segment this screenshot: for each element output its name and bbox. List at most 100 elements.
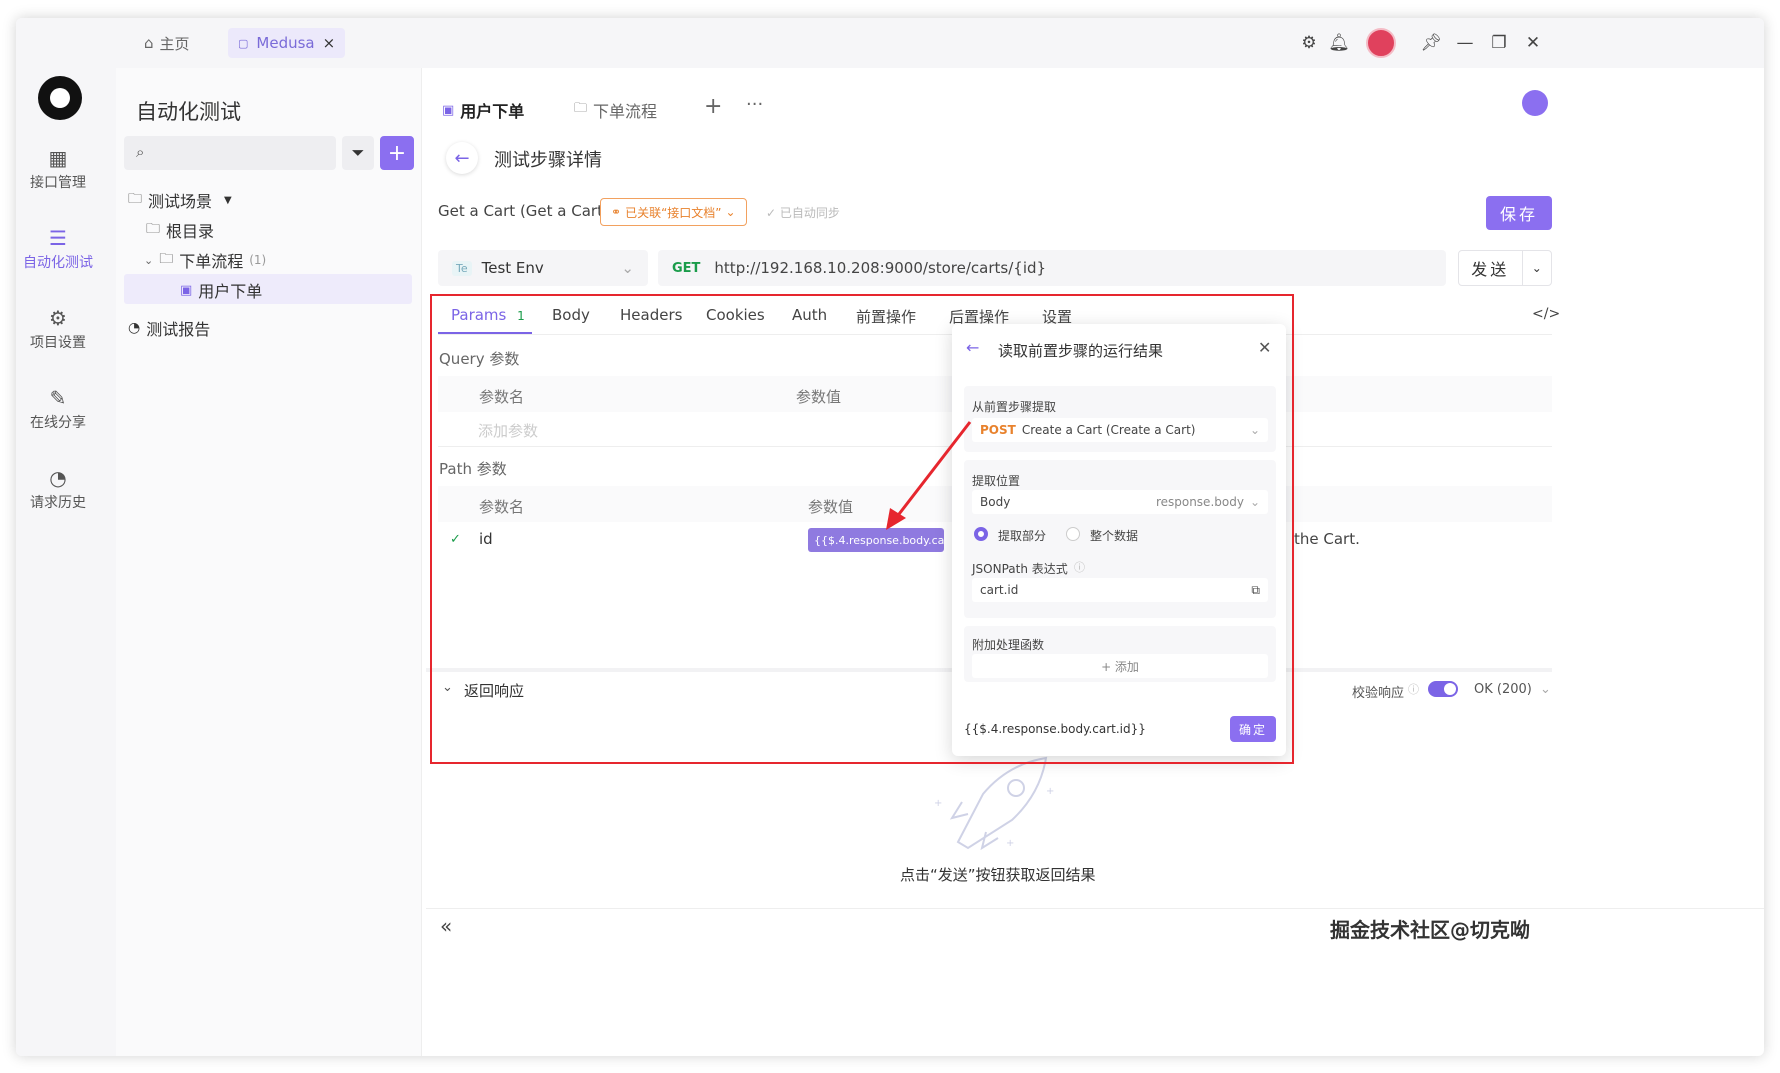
search-input[interactable]: ⌕ <box>124 136 336 170</box>
add-button[interactable]: + <box>380 136 414 170</box>
folder-icon: 🗀︎ <box>574 101 588 116</box>
tree-item-selected-bg <box>124 274 412 304</box>
status-label: OK (200) <box>1474 682 1532 697</box>
refresh-icon[interactable] <box>1522 90 1548 116</box>
url-text: http://192.168.10.208:9000/store/carts/{… <box>714 259 1047 277</box>
sync-label: 已自动同步 <box>779 206 840 220</box>
link-icon: ⚭ <box>611 205 622 219</box>
save-button[interactable]: 保存 <box>1486 196 1552 230</box>
search-icon: ⌕ <box>136 143 145 161</box>
tree-item-root[interactable]: 🗀︎ 根目录 <box>146 218 214 242</box>
rail-item-label: 自动化测试 <box>23 255 93 271</box>
tree-item-label: 下单流程 <box>179 252 244 271</box>
svg-text:+: + <box>1046 786 1054 797</box>
validate-label: 校验响应 <box>1352 686 1405 701</box>
api-icon: ▦ <box>48 146 68 170</box>
share-icon: ✎ <box>49 386 67 410</box>
history-icon: ◔ <box>49 466 67 490</box>
caret-down-icon[interactable]: ▼ <box>224 195 232 206</box>
tree-item-reports[interactable]: ◔ 测试报告 <box>128 316 210 340</box>
svg-text:+: + <box>934 798 942 809</box>
rail-item-share[interactable]: ✎ 在线分享 <box>16 386 100 432</box>
rail-item-settings[interactable]: ⚙ 项目设置 <box>16 306 100 352</box>
method-label: GET <box>672 260 701 276</box>
back-button[interactable]: ← <box>446 142 478 174</box>
code-icon[interactable]: </> <box>1532 306 1560 322</box>
folder-icon: 🗀︎ <box>128 191 142 207</box>
tree-item-label: 用户下单 <box>198 282 263 301</box>
rail-item-api[interactable]: ▦ 接口管理 <box>16 146 100 192</box>
bell-icon[interactable]: 🔔︎ <box>1326 30 1352 56</box>
home-tab-label: 主页 <box>159 34 190 53</box>
send-button[interactable]: 发送 ⌄ <box>1458 250 1552 286</box>
tree-item-scenarios[interactable]: 🗀︎ 测试场景 ▼ <box>128 188 232 212</box>
tree-item-label: 测试场景 <box>148 192 213 211</box>
linked-doc-tag[interactable]: ⚭ 已关联“接口文档” ⌄ <box>600 198 747 226</box>
tree-item-case[interactable]: ▣ 用户下单 <box>180 278 262 302</box>
url-input[interactable]: GET http://192.168.10.208:9000/store/car… <box>658 250 1446 286</box>
project-tab-label: Medusa <box>256 34 315 52</box>
add-tab-button[interactable]: + <box>704 94 722 119</box>
page-title: 测试步骤详情 <box>494 150 602 171</box>
home-tab[interactable]: ⌂ 主页 <box>144 30 190 56</box>
project-tab-medusa[interactable]: ▢ Medusa × <box>228 28 346 58</box>
plus-icon: + <box>387 140 407 166</box>
gear-icon[interactable]: ⚙ <box>1296 30 1322 56</box>
app-logo <box>38 76 82 120</box>
validate-toggle[interactable] <box>1428 681 1458 697</box>
tab-label: 用户下单 <box>460 102 525 121</box>
filter-button[interactable]: ⏷ <box>342 136 374 170</box>
rail-item-label: 接口管理 <box>30 175 86 191</box>
rail-item-label: 在线分享 <box>30 415 86 431</box>
test-case-icon: ▣ <box>442 102 455 118</box>
annotation-box <box>430 294 1294 764</box>
report-icon: ◔ <box>128 320 141 336</box>
tree-item-flow[interactable]: ⌄ 🗀︎ 下单流程 (1) <box>144 248 266 272</box>
rail-item-label: 项目设置 <box>30 335 86 351</box>
tree-item-count: (1) <box>249 253 267 267</box>
arrow-left-icon: ← <box>454 147 470 169</box>
chevron-down-icon: ⌄ <box>621 259 634 277</box>
tree-item-label: 根目录 <box>166 222 215 241</box>
avatar[interactable] <box>1366 28 1396 58</box>
env-badge: Te <box>452 260 472 276</box>
automation-icon: ☰ <box>49 226 67 250</box>
send-label: 发送 <box>1471 260 1510 279</box>
collapse-sidebar-button[interactable]: « <box>440 914 452 938</box>
home-icon: ⌂ <box>144 34 154 52</box>
window-close-icon[interactable]: ✕ <box>1520 30 1546 56</box>
annotation-arrow <box>886 421 972 530</box>
svg-text:+: + <box>1006 838 1014 849</box>
empty-hint: 点击“发送”按钮获取返回结果 <box>900 866 1096 884</box>
watermark: 掘金技术社区@切克呦 <box>1330 918 1530 942</box>
rail-item-automation[interactable]: ☰ 自动化测试 <box>16 226 100 272</box>
test-case-icon: ▣ <box>180 282 193 298</box>
pin-icon[interactable]: 📌︎ <box>1418 30 1444 56</box>
help-icon: ⓘ <box>1408 683 1419 696</box>
rail-item-history[interactable]: ◔ 请求历史 <box>16 466 100 512</box>
env-select[interactable]: Te Test Env ⌄ <box>438 250 648 286</box>
tab-user-order[interactable]: ▣ 用户下单 <box>442 98 524 122</box>
tab-label: 下单流程 <box>593 102 658 121</box>
linked-doc-label: 已关联“接口文档” <box>625 205 722 220</box>
app-window: ⌂ 主页 ▢ Medusa × ⚙ 🔔︎ 📌︎ — ❐ ✕ ▦ 接口管理 ☰ 自… <box>16 18 1764 1056</box>
folder-icon: 🗀︎ <box>159 251 174 267</box>
chevron-down-icon: ⌄ <box>1540 682 1551 697</box>
sync-status: ✓ 已自动同步 <box>766 206 840 220</box>
tab-order-flow[interactable]: 🗀︎ 下单流程 <box>574 98 657 122</box>
status-select[interactable]: OK (200) ⌄ <box>1474 682 1551 697</box>
minimize-icon[interactable]: — <box>1452 30 1478 56</box>
sidebar <box>116 68 422 1056</box>
folder-icon: 🗀︎ <box>146 221 160 237</box>
tree-item-label: 测试报告 <box>146 320 211 339</box>
maximize-icon[interactable]: ❐ <box>1486 30 1512 56</box>
chevron-down-icon[interactable]: ⌄ <box>144 254 153 267</box>
sidebar-title: 自动化测试 <box>136 100 241 124</box>
path-param-desc: the Cart. <box>1294 530 1360 548</box>
more-tabs-button[interactable]: ··· <box>746 94 763 115</box>
project-icon: ▢ <box>238 36 249 50</box>
close-icon[interactable]: × <box>323 34 336 52</box>
project-settings-icon: ⚙ <box>49 306 67 330</box>
send-dropdown[interactable]: ⌄ <box>1521 251 1551 285</box>
filter-icon: ⏷ <box>351 143 365 162</box>
